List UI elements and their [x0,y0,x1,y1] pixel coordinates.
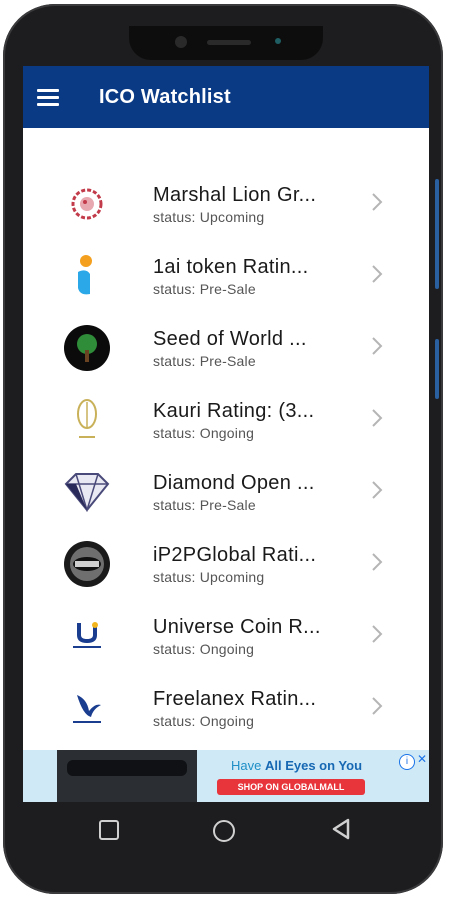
phone-frame: ICO Watchlist Marshal Lion Gr... status:… [3,4,443,894]
ad-image [57,750,197,802]
ad-banner[interactable]: Have All Eyes on You SHOP ON GLOBALMALL … [23,750,429,802]
leaf-logo-icon [55,396,119,444]
front-camera-icon [175,36,187,48]
diamond-logo-icon [55,468,119,516]
item-title: Universe Coin R... [153,615,321,638]
chevron-right-icon [372,409,383,427]
chevron-right-icon [372,625,383,643]
chevron-right-icon [372,697,383,715]
ad-shop-button[interactable]: SHOP ON GLOBALMALL [217,779,365,795]
ad-headline: Have All Eyes on You [231,758,362,773]
list-item[interactable]: Diamond Open ... status: Pre-Sale [23,456,429,528]
home-icon[interactable] [213,820,235,842]
ip2p-logo-icon [55,540,119,588]
item-title: 1ai token Ratin... [153,255,309,278]
item-title: Freelanex Ratin... [153,687,317,710]
item-title: Marshal Lion Gr... [153,183,317,206]
ad-close-icon[interactable]: ✕ [417,752,427,766]
list-item[interactable]: Kauri Rating: (3... status: Ongoing [23,384,429,456]
item-title: Seed of World ... [153,327,307,350]
volume-button [435,179,439,289]
system-nav-bar [3,808,443,868]
ad-info-icon[interactable]: i [399,754,415,770]
ad-headline-prefix: Have [231,758,265,773]
item-title: Diamond Open ... [153,471,315,494]
chevron-right-icon [372,193,383,211]
notch [129,26,323,60]
chevron-right-icon [372,481,383,499]
tree-logo-icon [55,324,119,372]
power-button [435,339,439,399]
chevron-right-icon [372,265,383,283]
list-item[interactable]: iP2PGlobal Rati... status: Upcoming [23,528,429,600]
1ai-logo-icon [55,252,119,300]
chevron-right-icon [372,337,383,355]
list-item[interactable]: 1ai token Ratin... status: Pre-Sale [23,240,429,312]
item-title: iP2PGlobal Rati... [153,543,317,566]
hamburger-menu-icon[interactable] [37,85,59,110]
item-status: status: Pre-Sale [153,496,256,513]
item-status: status: Ongoing [153,640,255,657]
list-item[interactable]: Marshal Lion Gr... status: Upcoming [23,168,429,240]
item-status: status: Ongoing [153,424,255,441]
ad-glasses-graphic [67,760,187,776]
app-bar: ICO Watchlist [23,66,429,128]
item-title: Kauri Rating: (3... [153,399,315,422]
ad-headline-bold: All Eyes on You [264,758,363,773]
list-item[interactable]: Freelanex Ratin... status: Ongoing [23,672,429,744]
screen: ICO Watchlist Marshal Lion Gr... status:… [23,66,429,802]
back-icon[interactable] [331,818,351,840]
ico-list: Marshal Lion Gr... status: Upcoming 1ai … [23,128,429,744]
sensor-icon [275,38,281,44]
item-status: status: Pre-Sale [153,352,256,369]
speaker-grille [207,40,251,45]
item-status: status: Upcoming [153,568,265,585]
bird-logo-icon [55,684,119,732]
universe-logo-icon [55,612,119,660]
list-item[interactable]: Universe Coin R... status: Ongoing [23,600,429,672]
chevron-right-icon [372,553,383,571]
recent-apps-icon[interactable] [99,820,119,840]
item-status: status: Pre-Sale [153,280,256,297]
item-status: status: Upcoming [153,208,265,225]
lion-logo-icon [55,180,119,228]
item-status: status: Ongoing [153,712,255,729]
app-title: ICO Watchlist [99,85,231,108]
list-item[interactable]: Seed of World ... status: Pre-Sale [23,312,429,384]
